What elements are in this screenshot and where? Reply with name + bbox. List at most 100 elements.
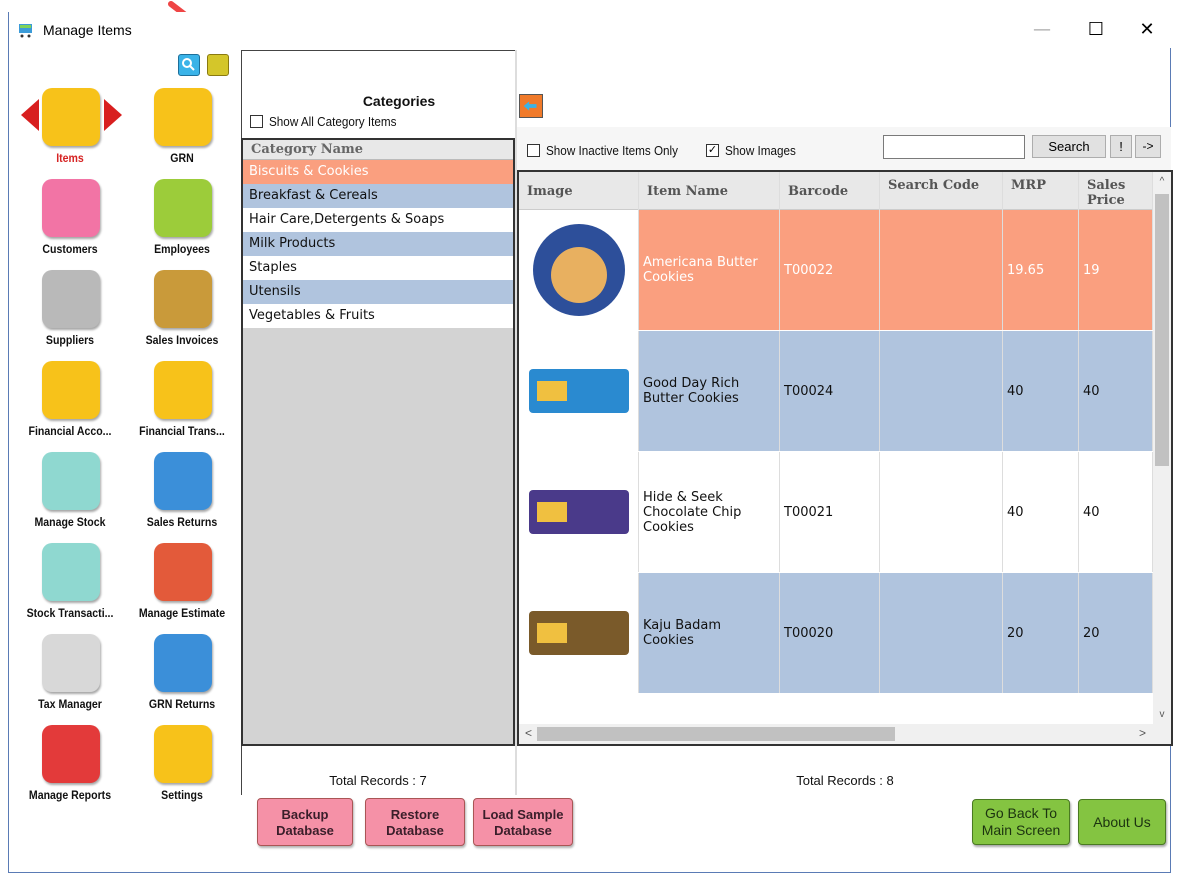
nav-label: GRN bbox=[170, 151, 194, 165]
nav-label: Sales Invoices bbox=[145, 333, 219, 347]
product-image-icon bbox=[529, 369, 629, 413]
window-title: Manage Items bbox=[43, 22, 132, 38]
product-image-icon bbox=[529, 490, 629, 534]
nav-manage-estimate[interactable]: Manage Estimate bbox=[127, 543, 237, 627]
column-header[interactable]: Item Name bbox=[639, 172, 780, 210]
sales-returns-icon bbox=[154, 452, 212, 510]
category-row[interactable]: Milk Products bbox=[243, 232, 513, 256]
nav-manage-stock[interactable]: Manage Stock bbox=[15, 452, 125, 536]
cell-barcode: T00024 bbox=[780, 331, 880, 451]
table-row[interactable] bbox=[519, 694, 1153, 724]
nav-settings[interactable]: Settings bbox=[127, 725, 237, 809]
nav-financial-accounts[interactable]: Financial Acco... bbox=[15, 361, 125, 445]
product-image-icon bbox=[529, 611, 629, 655]
nav-tax-manager[interactable]: Tax Manager bbox=[15, 634, 125, 718]
category-row[interactable]: Staples bbox=[243, 256, 513, 280]
nav-manage-reports[interactable]: Manage Reports bbox=[15, 725, 125, 809]
back-orange-button[interactable] bbox=[519, 94, 543, 118]
nav-sales-returns[interactable]: Sales Returns bbox=[127, 452, 237, 536]
cell-barcode: T00022 bbox=[780, 210, 880, 330]
cart-icon bbox=[19, 24, 32, 38]
nav-label: Manage Estimate bbox=[138, 606, 226, 620]
load-sample-database-button[interactable]: Load Sample Database bbox=[473, 798, 573, 846]
exclaim-button[interactable]: ! bbox=[1110, 135, 1132, 158]
tax-manager-icon bbox=[42, 634, 100, 692]
vertical-scrollbar[interactable]: ^ v bbox=[1153, 172, 1171, 724]
nav-grn-returns[interactable]: GRN Returns bbox=[127, 634, 237, 718]
go-back-main-screen-button[interactable]: Go Back To Main Screen bbox=[972, 799, 1070, 845]
product-image bbox=[519, 210, 639, 330]
nav-grn[interactable]: GRN bbox=[127, 88, 237, 172]
stock-transactions-icon bbox=[42, 543, 100, 601]
horizontal-scroll-thumb[interactable] bbox=[537, 727, 895, 741]
minimize-button[interactable]: — bbox=[1019, 16, 1065, 44]
nav-right-arrow-icon[interactable] bbox=[102, 99, 122, 131]
category-header: Category Name bbox=[243, 140, 513, 160]
column-header[interactable]: MRP bbox=[1003, 172, 1079, 210]
search-button[interactable]: Search bbox=[1032, 135, 1106, 158]
column-header[interactable]: Search Code bbox=[880, 172, 1003, 210]
show-inactive-checkbox[interactable]: Show Inactive Items Only bbox=[527, 142, 693, 160]
nav-stock-transactions[interactable]: Stock Transacti... bbox=[15, 543, 125, 627]
nav-sales-invoices[interactable]: Sales Invoices bbox=[127, 270, 237, 354]
manage-estimate-icon bbox=[154, 543, 212, 601]
table-row[interactable]: Hide & Seek Chocolate Chip Cookies T00021… bbox=[519, 452, 1153, 572]
column-header[interactable]: Barcode bbox=[780, 172, 880, 210]
cell-search bbox=[880, 331, 1003, 451]
settings-icon bbox=[154, 725, 212, 783]
nav-label: Financial Acco... bbox=[28, 424, 112, 438]
window-module-icon[interactable] bbox=[207, 54, 229, 76]
search-input[interactable] bbox=[883, 135, 1025, 159]
restore-database-button[interactable]: Restore Database bbox=[365, 798, 465, 846]
category-row[interactable]: Biscuits & Cookies bbox=[243, 160, 513, 184]
nav-suppliers[interactable]: Suppliers bbox=[15, 270, 125, 354]
category-row[interactable]: Vegetables & Fruits bbox=[243, 304, 513, 328]
category-row[interactable]: Utensils bbox=[243, 280, 513, 304]
nav-customers[interactable]: Customers bbox=[15, 179, 125, 263]
about-us-button[interactable]: About Us bbox=[1078, 799, 1166, 845]
category-total: Total Records : 7 bbox=[329, 773, 427, 788]
cell-name: Americana Butter Cookies bbox=[639, 210, 780, 330]
checkbox-box[interactable] bbox=[250, 115, 263, 129]
horizontal-scrollbar[interactable]: < > bbox=[519, 724, 1171, 744]
backup-database-button[interactable]: Backup Database bbox=[257, 798, 353, 846]
nav-employees[interactable]: Employees bbox=[127, 179, 237, 263]
nav-label: GRN Returns bbox=[148, 697, 216, 711]
close-button[interactable]: ✕ bbox=[1124, 16, 1170, 44]
grn-icon bbox=[154, 88, 212, 146]
cell-search bbox=[880, 573, 1003, 693]
cell-name: Kaju Badam Cookies bbox=[639, 573, 780, 693]
show-images-checkbox[interactable]: ✓ Show Images bbox=[706, 142, 804, 160]
category-grid: Category Name Biscuits & Cookies Breakfas… bbox=[241, 138, 515, 746]
cell-mrp: 40 bbox=[1003, 331, 1079, 451]
cell-barcode: T00021 bbox=[780, 452, 880, 572]
manage-items-window: Manage Items — ☐ ✕ Items GRN Customers Empl… bbox=[8, 12, 1173, 873]
vertical-scroll-thumb[interactable] bbox=[1155, 194, 1169, 466]
sales-invoices-icon bbox=[154, 270, 212, 328]
table-row[interactable]: Americana Butter Cookies T00022 19.65 19 bbox=[519, 210, 1153, 330]
checkbox-box[interactable] bbox=[527, 144, 540, 158]
show-all-label: Show All Category Items bbox=[269, 114, 397, 129]
table-row[interactable]: Good Day Rich Butter Cookies T00024 40 40 bbox=[519, 331, 1153, 451]
table-row[interactable]: Kaju Badam Cookies T00020 20 20 bbox=[519, 573, 1153, 693]
product-image-icon bbox=[533, 224, 625, 316]
category-list: Biscuits & Cookies Breakfast & Cereals Hai… bbox=[243, 160, 513, 328]
next-button[interactable]: -> bbox=[1135, 135, 1161, 158]
nav-left-arrow-icon[interactable] bbox=[21, 99, 41, 131]
category-row[interactable]: Breakfast & Cereals bbox=[243, 184, 513, 208]
maximize-button[interactable]: ☐ bbox=[1073, 16, 1119, 44]
manage-reports-icon bbox=[42, 725, 100, 783]
nav-label: Items bbox=[56, 151, 84, 165]
product-image bbox=[519, 331, 639, 451]
column-header[interactable]: Image bbox=[519, 172, 639, 210]
checkbox-box[interactable]: ✓ bbox=[706, 144, 719, 158]
nav-label: Suppliers bbox=[45, 333, 95, 347]
nav-financial-transactions[interactable]: Financial Trans... bbox=[127, 361, 237, 445]
nav-label: Sales Returns bbox=[146, 515, 218, 529]
nav-label: Financial Trans... bbox=[139, 424, 225, 438]
category-row[interactable]: Hair Care,Detergents & Soaps bbox=[243, 208, 513, 232]
show-all-category-checkbox[interactable]: Show All Category Items bbox=[250, 113, 411, 131]
search-module-icon[interactable] bbox=[178, 54, 200, 76]
financial-accounts-icon bbox=[42, 361, 100, 419]
column-header[interactable]: Sales Price bbox=[1079, 172, 1153, 210]
